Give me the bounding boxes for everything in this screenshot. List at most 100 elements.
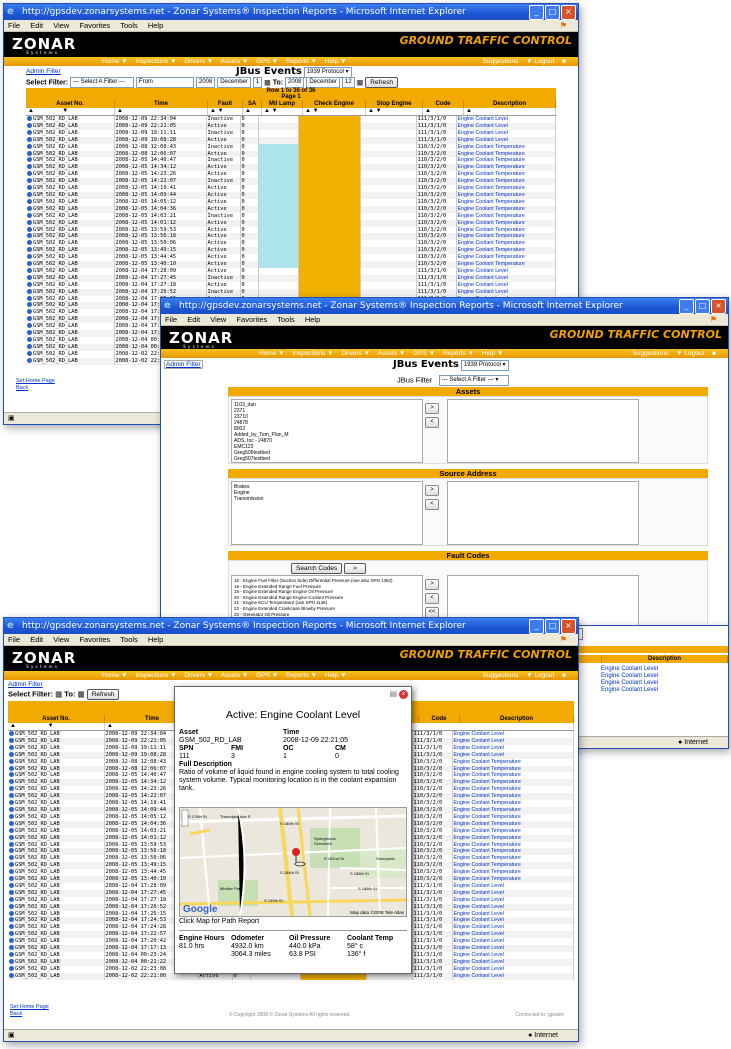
description-link[interactable]: Engine Coolant Temperature [456,233,556,241]
remove-fault-button[interactable]: < [425,593,439,604]
table-row[interactable]: GSM_502_RD_LAB2008-12-04 17:27:45Inactiv… [26,274,556,282]
info-icon[interactable] [9,827,14,833]
menu-tools[interactable]: Tools [120,21,138,30]
description-link[interactable]: Engine Coolant Level [452,945,574,952]
description-link[interactable]: Engine Coolant Level [456,122,556,130]
info-icon[interactable] [9,945,14,951]
info-icon[interactable] [27,330,32,336]
info-icon[interactable] [27,178,32,184]
calendar-from-icon[interactable]: ▦ [264,79,271,86]
nav-home[interactable]: Home ▼ [102,672,128,679]
info-icon[interactable] [27,261,32,267]
table-row[interactable]: GSM_502_RD_LAB2008-12-05 13:40:10Active0… [26,261,556,268]
asset-cell[interactable]: GSM_502_RD_LAB [8,972,105,980]
info-icon[interactable] [9,751,14,757]
info-icon[interactable] [9,862,14,868]
filter-select[interactable]: --- Select A Filter --- [69,77,134,88]
asset-cell[interactable]: GSM_502_RD_LAB [26,274,115,282]
info-icon[interactable] [27,122,32,128]
table-row[interactable]: GSM_502_RD_LAB2008-12-05 14:40:47Inactiv… [26,157,556,165]
col-asset[interactable]: Asset No. [26,100,115,108]
description-link[interactable]: Engine Coolant Temperature [456,247,556,255]
set-home-link[interactable]: Set Home Page [10,1004,49,1011]
asset-cell[interactable]: GSM_502_RD_LAB [8,903,105,911]
asset-cell[interactable]: GSM_502_RD_LAB [26,116,115,123]
description-link[interactable]: Engine Coolant Temperature [456,178,556,186]
info-icon[interactable] [27,281,32,287]
info-icon[interactable] [9,903,14,909]
info-icon[interactable] [27,185,32,191]
info-icon[interactable] [27,212,32,218]
description-link[interactable]: Engine Coolant Level [452,958,574,966]
info-icon[interactable] [9,820,14,826]
info-icon[interactable] [9,841,14,847]
info-icon[interactable] [9,931,14,937]
jbus-filter-select[interactable]: --- Select A Filter --- ▾ [438,375,509,386]
admin-filter-link[interactable]: Admin Filter [8,681,43,688]
asset-cell[interactable]: GSM_502_RD_LAB [8,841,105,849]
description-link[interactable]: Engine Coolant Level [452,882,574,890]
asset-cell[interactable]: GSM_502_RD_LAB [8,889,105,897]
asset-cell[interactable]: GSM_502_RD_LAB [8,806,105,814]
calendar-from-icon[interactable]: ▦ [55,689,62,698]
description-link[interactable]: Engine Coolant Level [452,931,574,939]
back-link[interactable]: Back [10,1011,49,1018]
table-row[interactable]: GSM_502_RD_LAB2008-12-05 13:50:06Active0… [26,240,556,248]
nav-inspections[interactable]: Inspections ▼ [135,58,176,65]
asset-cell[interactable]: GSM_502_RD_LAB [26,357,115,365]
close-button[interactable]: × [561,619,576,634]
minimize-button[interactable]: _ [529,619,544,634]
asset-cell[interactable]: GSM_502_RD_LAB [8,965,105,973]
table-row[interactable]: GSM_502_RD_LAB2008-12-05 14:04:36Active0… [26,205,556,213]
location-map[interactable]: S 176th St Thorndyke Ave S S 180th St Sp… [179,807,407,917]
refresh-button[interactable]: Refresh [86,689,120,700]
description-link[interactable]: Engine Coolant Level [452,952,574,959]
description-link[interactable]: Engine Coolant Temperature [456,226,556,234]
col-description[interactable]: Description [460,715,574,723]
description-link[interactable]: Engine Coolant Level [456,129,556,137]
asset-cell[interactable]: GSM_502_RD_LAB [26,254,115,262]
info-icon[interactable] [27,157,32,163]
description-link[interactable]: Engine Coolant Temperature [452,827,574,835]
sort-stop-icon[interactable]: ▲ ▼ [366,108,423,115]
info-icon[interactable] [9,744,14,750]
asset-cell[interactable]: GSM_502_RD_LAB [8,958,105,966]
info-icon[interactable] [27,316,32,322]
asset-cell[interactable]: GSM_502_RD_LAB [8,848,105,856]
col-code[interactable]: Code [423,100,464,108]
popup-close-button[interactable]: × [399,690,408,699]
nav-inspections[interactable]: Inspections ▼ [292,350,333,357]
description-link[interactable]: Engine Coolant Temperature [452,834,574,842]
info-icon[interactable] [27,254,32,260]
set-home-link[interactable]: Set Home Page [16,378,55,385]
table-row[interactable]: GSM_502_RD_LAB2008-12-05 14:09:44Active0… [26,191,556,199]
asset-cell[interactable]: GSM_502_RD_LAB [8,945,105,952]
description-link[interactable]: Engine Coolant Level [452,896,574,904]
asset-cell[interactable]: GSM_502_RD_LAB [8,737,105,745]
info-icon[interactable] [27,198,32,204]
menu-view[interactable]: View [53,21,69,30]
nav-reports[interactable]: Reports ▼ [286,672,317,679]
table-row[interactable]: GSM_502_RD_LAB2008-12-05 14:05:12Active0… [26,198,556,206]
asset-cell[interactable]: GSM_502_RD_LAB [26,302,115,310]
info-icon[interactable] [27,267,32,273]
asset-cell[interactable]: GSM_502_RD_LAB [8,924,105,932]
menu-edit[interactable]: Edit [30,21,43,30]
asset-cell[interactable]: GSM_502_RD_LAB [26,288,115,296]
nav-assets[interactable]: Assets ▼ [221,58,249,65]
description-link[interactable]: Engine Coolant Level [452,924,574,932]
asset-cell[interactable]: GSM_502_RD_LAB [26,122,115,130]
description-link[interactable]: Engine Coolant Temperature [456,240,556,248]
asset-cell[interactable]: GSM_502_RD_LAB [8,834,105,842]
description-link[interactable]: Engine Coolant Temperature [452,786,574,794]
asset-cell[interactable]: GSM_502_RD_LAB [26,136,115,144]
calendar-to-icon[interactable]: ▦ [357,79,364,86]
asset-cell[interactable]: GSM_502_RD_LAB [8,758,105,766]
nav-help[interactable]: Help ▼ [325,58,347,65]
description-link[interactable]: Engine Coolant Temperature [456,198,556,206]
sort-asset-icon[interactable]: ▲ ▼ [8,723,105,730]
info-icon[interactable] [27,191,32,197]
menu-edit[interactable]: Edit [30,635,43,644]
col-code[interactable]: Code [419,715,460,723]
info-icon[interactable] [27,295,32,301]
